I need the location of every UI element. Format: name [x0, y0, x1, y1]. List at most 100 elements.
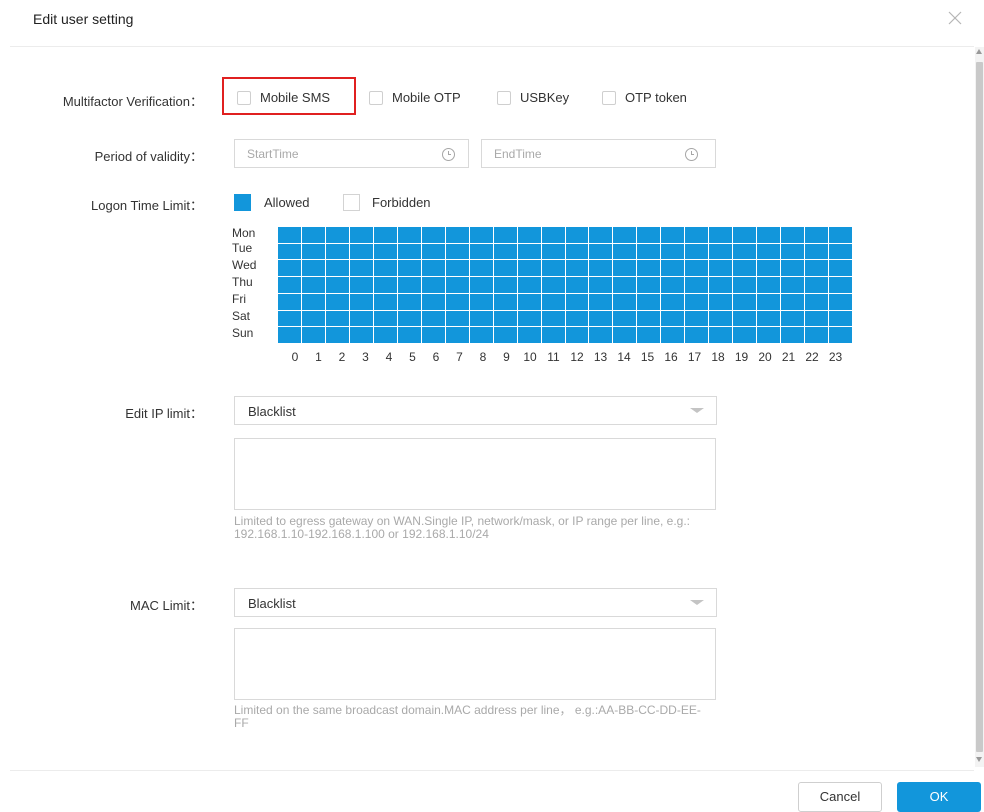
time-cell[interactable]	[421, 260, 445, 277]
time-cell[interactable]	[565, 243, 589, 260]
time-cell[interactable]	[373, 310, 397, 327]
time-cell[interactable]	[445, 327, 469, 343]
time-cell[interactable]	[685, 243, 709, 260]
time-cell[interactable]	[421, 277, 445, 293]
time-cell[interactable]	[541, 243, 565, 260]
time-cell[interactable]	[589, 243, 613, 260]
time-cell[interactable]	[733, 310, 757, 327]
chevron-down-icon[interactable]	[690, 408, 704, 413]
time-cell[interactable]	[637, 310, 661, 327]
time-cell[interactable]	[685, 293, 709, 310]
time-cell[interactable]	[517, 327, 541, 343]
time-cell[interactable]	[565, 310, 589, 327]
time-cell[interactable]	[781, 227, 805, 243]
checkbox-otp-token[interactable]	[602, 91, 616, 105]
time-cell[interactable]	[421, 243, 445, 260]
ip-limit-select[interactable]: Blacklist	[234, 396, 717, 425]
time-cell[interactable]	[661, 277, 685, 293]
time-cell[interactable]	[469, 277, 493, 293]
time-cell[interactable]	[301, 277, 325, 293]
time-cell[interactable]	[325, 277, 349, 293]
time-cell[interactable]	[709, 260, 733, 277]
time-cell[interactable]	[733, 260, 757, 277]
time-cell[interactable]	[565, 277, 589, 293]
time-cell[interactable]	[541, 277, 565, 293]
time-cell[interactable]	[709, 243, 733, 260]
time-cell[interactable]	[589, 227, 613, 243]
time-cell[interactable]	[733, 277, 757, 293]
time-cell[interactable]	[781, 243, 805, 260]
time-cell[interactable]	[613, 310, 637, 327]
time-cell[interactable]	[637, 293, 661, 310]
time-cell[interactable]	[397, 293, 421, 310]
time-cell[interactable]	[445, 243, 469, 260]
time-cell[interactable]	[278, 260, 301, 277]
time-cell[interactable]	[541, 327, 565, 343]
time-cell[interactable]	[829, 293, 852, 310]
time-cell[interactable]	[325, 293, 349, 310]
mac-limit-textarea[interactable]	[234, 628, 716, 700]
time-cell[interactable]	[613, 277, 637, 293]
time-cell[interactable]	[278, 277, 301, 293]
time-cell[interactable]	[349, 243, 373, 260]
time-cell[interactable]	[445, 260, 469, 277]
time-cell[interactable]	[325, 310, 349, 327]
time-cell[interactable]	[517, 260, 541, 277]
time-cell[interactable]	[565, 293, 589, 310]
time-cell[interactable]	[397, 227, 421, 243]
time-cell[interactable]	[278, 310, 301, 327]
time-cell[interactable]	[829, 260, 852, 277]
time-cell[interactable]	[541, 293, 565, 310]
time-cell[interactable]	[757, 277, 781, 293]
time-cell[interactable]	[517, 277, 541, 293]
time-cell[interactable]	[349, 327, 373, 343]
time-cell[interactable]	[397, 310, 421, 327]
time-cell[interactable]	[397, 243, 421, 260]
time-cell[interactable]	[661, 293, 685, 310]
time-cell[interactable]	[685, 227, 709, 243]
time-cell[interactable]	[493, 260, 517, 277]
time-cell[interactable]	[829, 277, 852, 293]
time-cell[interactable]	[589, 293, 613, 310]
time-cell[interactable]	[493, 327, 517, 343]
time-cell[interactable]	[541, 310, 565, 327]
time-cell[interactable]	[397, 327, 421, 343]
time-cell[interactable]	[613, 227, 637, 243]
time-cell[interactable]	[373, 260, 397, 277]
time-cell[interactable]	[278, 327, 301, 343]
checkbox-label-mobile-sms[interactable]: Mobile SMS	[260, 90, 330, 105]
time-cell[interactable]	[469, 260, 493, 277]
time-cell[interactable]	[301, 293, 325, 310]
ip-limit-textarea[interactable]	[234, 438, 716, 510]
legend-forbidden-swatch[interactable]	[343, 194, 360, 211]
time-cell[interactable]	[805, 327, 829, 343]
time-cell[interactable]	[517, 243, 541, 260]
time-cell[interactable]	[301, 327, 325, 343]
time-cell[interactable]	[805, 243, 829, 260]
time-cell[interactable]	[325, 227, 349, 243]
time-cell[interactable]	[661, 310, 685, 327]
time-cell[interactable]	[349, 227, 373, 243]
chevron-down-icon[interactable]	[690, 600, 704, 605]
time-cell[interactable]	[733, 243, 757, 260]
checkbox-label-otp-token[interactable]: OTP token	[625, 90, 687, 105]
time-cell[interactable]	[757, 310, 781, 327]
time-cell[interactable]	[805, 227, 829, 243]
time-cell[interactable]	[565, 327, 589, 343]
time-cell[interactable]	[757, 227, 781, 243]
time-cell[interactable]	[421, 327, 445, 343]
time-cell[interactable]	[709, 293, 733, 310]
time-cell[interactable]	[349, 277, 373, 293]
time-cell[interactable]	[493, 293, 517, 310]
time-cell[interactable]	[565, 260, 589, 277]
time-cell[interactable]	[661, 243, 685, 260]
start-time-input[interactable]: StartTime	[234, 139, 469, 168]
time-cell[interactable]	[829, 227, 852, 243]
time-cell[interactable]	[301, 310, 325, 327]
time-cell[interactable]	[781, 293, 805, 310]
time-cell[interactable]	[829, 310, 852, 327]
time-cell[interactable]	[613, 243, 637, 260]
time-cell[interactable]	[278, 227, 301, 243]
time-cell[interactable]	[517, 227, 541, 243]
time-cell[interactable]	[397, 277, 421, 293]
